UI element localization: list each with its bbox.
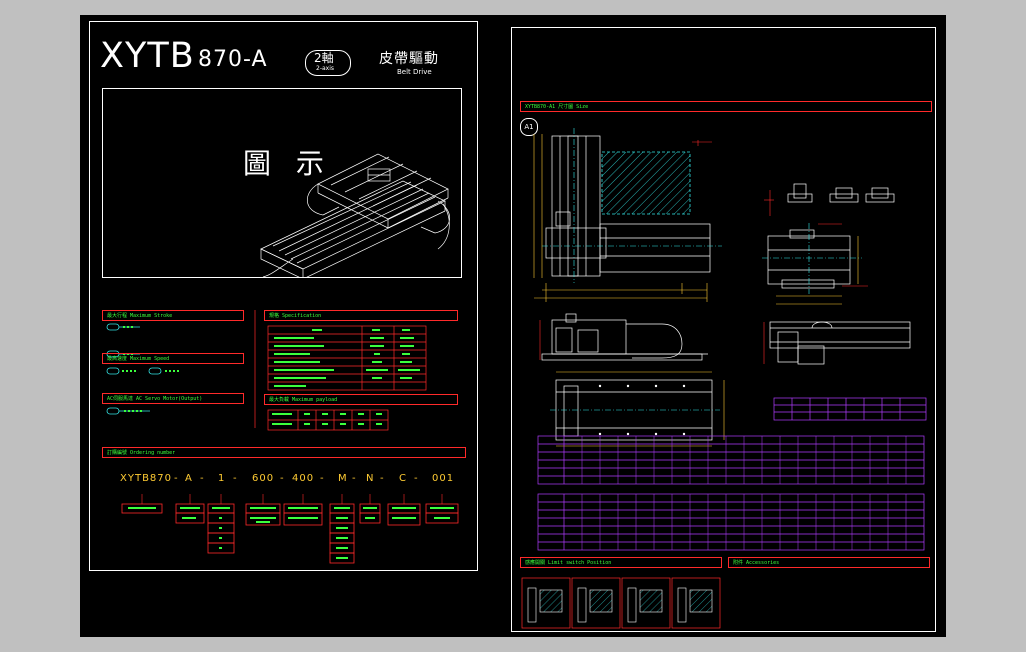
section-max-speed-label: 最高速度 Maximum Speed xyxy=(107,356,170,362)
section-max-payload-label: 最大負載 Maximum payload xyxy=(269,397,338,403)
order-code-part-motor: M xyxy=(338,473,348,484)
order-code-part-type: A xyxy=(185,473,193,484)
section-limit-switch: 感應開關 Limit switch Position xyxy=(520,557,722,568)
order-code-part-cable: C xyxy=(399,473,407,484)
order-code-part-y-stroke: 400 xyxy=(292,473,315,484)
order-code-dash: - xyxy=(174,473,179,484)
section-max-payload: 最大負載 Maximum payload xyxy=(264,394,458,405)
right-sheet: XYTB870-A1 尺寸圖 Size A1 感應開關 Limit switch… xyxy=(511,27,936,632)
section-ac-servo: AC伺服馬達 AC Servo Motor(Output) xyxy=(102,393,244,404)
section-ordering-label: 訂購編號 Ordering number xyxy=(107,450,176,456)
section-ordering: 訂購編號 Ordering number xyxy=(102,447,466,458)
dimension-drawings xyxy=(521,128,927,629)
order-code-dash: - xyxy=(380,473,385,484)
order-code-part-option: 001 xyxy=(432,473,455,484)
order-code-part-config: 1 xyxy=(218,473,226,484)
order-code-part-x-stroke: 600 xyxy=(252,473,275,484)
order-code-dash: - xyxy=(320,473,325,484)
left-sheet: XYTB 870-A 2軸 2-axis 皮帶驅動 Belt Drive 圖 示 xyxy=(89,21,478,571)
order-code-series: XYTB870 xyxy=(120,473,173,484)
cad-drawing-canvas: XYTB 870-A 2軸 2-axis 皮帶驅動 Belt Drive 圖 示 xyxy=(80,15,946,637)
order-code-dash: - xyxy=(414,473,419,484)
order-code-dash: - xyxy=(352,473,357,484)
section-accessories-label: 附件 Accessories xyxy=(733,560,780,566)
order-code-dash: - xyxy=(233,473,238,484)
section-accessories: 附件 Accessories xyxy=(728,557,930,568)
order-code-dash: - xyxy=(200,473,205,484)
section-ac-servo-label: AC伺服馬達 AC Servo Motor(Output) xyxy=(107,396,203,402)
section-limit-switch-label: 感應開關 Limit switch Position xyxy=(525,560,612,566)
section-specification-label: 規格 Specification xyxy=(269,313,322,319)
order-code-part-brake: N xyxy=(366,473,375,484)
order-code-dash: - xyxy=(280,473,285,484)
left-sheet-table-lines xyxy=(106,310,459,564)
section-specification: 規格 Specification xyxy=(264,310,458,321)
section-max-speed: 最高速度 Maximum Speed xyxy=(102,353,244,364)
